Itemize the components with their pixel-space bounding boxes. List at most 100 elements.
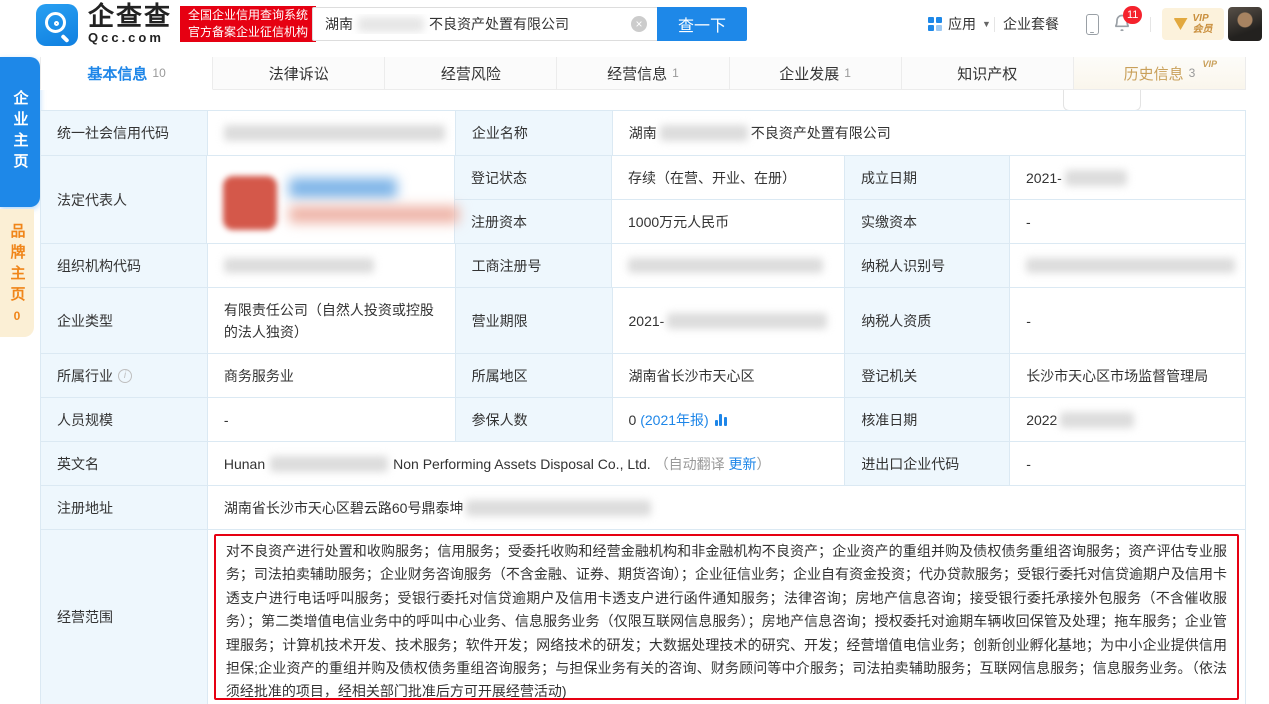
sidebar-item-company-home[interactable]: 企业主页 (0, 57, 40, 207)
history-tab-dropdown (1063, 90, 1141, 111)
redacted-approval-date (1060, 412, 1134, 428)
biz-term-label: 营业期限 (456, 288, 613, 354)
legal-rep-label: 法定代表人 (41, 156, 207, 244)
tab-operation-risk[interactable]: 经营风险 (385, 57, 557, 90)
table-row: 统一社会信用代码 企业名称 湖南 不良资产处置有限公司 (41, 111, 1246, 156)
paid-capital-label: 实缴资本 (845, 200, 1010, 244)
company-name-value: 湖南 不良资产处置有限公司 (613, 111, 1246, 156)
divider (994, 17, 995, 32)
apps-menu[interactable]: 应用 ▼ (928, 0, 991, 48)
approval-date-label: 核准日期 (845, 398, 1010, 442)
vip-tag: VIP (1202, 59, 1217, 69)
tab-company-development[interactable]: 企业发展1 (730, 57, 902, 90)
table-row: 英文名 Hunan Non Performing Assets Disposal… (41, 442, 1246, 486)
established-label: 成立日期 (845, 156, 1010, 200)
vip-icon (1174, 18, 1188, 30)
redacted-biz-term (667, 313, 827, 329)
notifications-bell[interactable]: 11 (1112, 13, 1134, 35)
established-value: 2021- (1010, 156, 1246, 200)
divider (1150, 17, 1151, 32)
redacted-address (466, 500, 651, 516)
region-label: 所属地区 (456, 354, 613, 398)
industry-value: 商务服务业 (208, 354, 456, 398)
enterprise-package-link[interactable]: 企业套餐 (1003, 0, 1059, 48)
import-export-label: 进出口企业代码 (845, 442, 1010, 486)
annual-report-chart-icon[interactable] (715, 414, 727, 426)
industry-label: 所属行业 i (41, 354, 208, 398)
qcc-company-page: 企查查 Qcc.com 全国企业信用查询系统 官方备案企业征信机构 湖南 不良资… (0, 0, 1269, 704)
redacted-taxpayer-id (1026, 258, 1235, 273)
search-input[interactable]: 湖南 不良资产处置有限公司 × (312, 7, 657, 41)
org-code-value (208, 244, 456, 288)
redacted-biz-reg-no (628, 258, 823, 273)
table-row: 注册地址 湖南省长沙市天心区碧云路60号鼎泰坤 (41, 486, 1246, 530)
apps-grid-icon (928, 17, 942, 31)
update-translation-link[interactable]: 更新 (728, 453, 756, 475)
tab-history-info[interactable]: 历史信息3 VIP (1074, 57, 1246, 90)
taxpayer-id-label: 纳税人识别号 (845, 244, 1010, 288)
taxpayer-id-value (1010, 244, 1246, 288)
legal-rep-avatar (223, 176, 277, 230)
tab-intellectual-property[interactable]: 知识产权 (902, 57, 1074, 90)
redacted-english-name (270, 456, 388, 472)
magnifier-icon (45, 12, 66, 33)
reg-status-value: 存续（在营、开业、在册） (612, 156, 845, 200)
search-button[interactable]: 查一下 (657, 7, 747, 41)
section-tabs: 基本信息10 法律诉讼 经营风险 经营信息1 企业发展1 知识产权 历史信息3 … (40, 57, 1246, 90)
tab-legal-proceedings[interactable]: 法律诉讼 (213, 57, 385, 90)
tab-operation-info[interactable]: 经营信息1 (557, 57, 729, 90)
table-row: 经营范围 对不良资产进行处置和收购服务；信用服务；受委托收购和经营金融机构和非金… (41, 530, 1246, 704)
english-name-label: 英文名 (41, 442, 208, 486)
scope-highlight-box: 对不良资产进行处置和收购服务；信用服务；受委托收购和经营金融机构和非金融机构不良… (214, 534, 1239, 700)
sidebar-item-brand-home[interactable]: 品牌主页 0 (0, 209, 34, 337)
brand-name-en: Qcc.com (88, 30, 172, 45)
taxpayer-quality-value: - (1010, 288, 1246, 354)
table-row: 组织机构代码 工商注册号 纳税人识别号 (41, 244, 1246, 288)
insured-value: 0 (2021年报) (613, 398, 846, 442)
notification-count-badge: 11 (1123, 6, 1142, 24)
redacted-legal-rep-name (289, 178, 397, 198)
scope-value-cell: 对不良资产进行处置和收购服务；信用服务；受委托收购和经营金融机构和非金融机构不良… (208, 530, 1246, 704)
table-row: 所属行业 i 商务服务业 所属地区 湖南省长沙市天心区 登记机关 长沙市天心区市… (41, 354, 1246, 398)
redacted-legal-rep-info (289, 206, 459, 223)
redacted-org-code (224, 258, 374, 273)
redacted-company-name (660, 125, 748, 141)
table-row: 法定代表人 登记状态 存续（在营、开业、在册） 成立日期 2021- (41, 156, 1246, 244)
vip-member-button[interactable]: VIP 会员 (1162, 8, 1224, 40)
english-name-value: Hunan Non Performing Assets Disposal Co.… (208, 442, 845, 486)
approval-date-value: 2022 (1010, 398, 1246, 442)
staff-size-label: 人员规模 (41, 398, 208, 442)
insured-label: 参保人数 (456, 398, 613, 442)
address-label: 注册地址 (41, 486, 208, 530)
tab-basic-info[interactable]: 基本信息10 (40, 57, 213, 90)
brand-text[interactable]: 企查查 Qcc.com (88, 2, 172, 45)
user-avatar[interactable] (1228, 7, 1262, 41)
search-query: 湖南 不良资产处置有限公司 (325, 14, 631, 34)
redacted-unified-code (224, 125, 445, 141)
reg-capital-value: 1000万元人民币 (612, 200, 845, 244)
scope-label: 经营范围 (41, 530, 208, 704)
company-name-label: 企业名称 (456, 111, 613, 156)
reg-authority-label: 登记机关 (845, 354, 1010, 398)
paid-capital-value: - (1010, 200, 1246, 244)
chevron-down-icon: ▼ (982, 19, 991, 29)
qcc-logo-icon[interactable] (36, 4, 78, 46)
redacted-established-date (1065, 170, 1127, 186)
taxpayer-quality-label: 纳税人资质 (845, 288, 1010, 354)
company-type-label: 企业类型 (41, 288, 208, 354)
legal-rep-value[interactable] (207, 156, 455, 244)
annual-report-link[interactable]: (2021年报) (640, 409, 708, 431)
clear-search-icon[interactable]: × (631, 16, 647, 32)
reg-status-label: 登记状态 (455, 156, 612, 200)
mobile-app-icon[interactable] (1086, 14, 1099, 35)
brand-name-cn: 企查查 (88, 2, 172, 30)
biz-reg-no-label: 工商注册号 (456, 244, 613, 288)
reg-capital-label: 注册资本 (455, 200, 612, 244)
address-value: 湖南省长沙市天心区碧云路60号鼎泰坤 (208, 486, 1246, 530)
unified-code-label: 统一社会信用代码 (41, 111, 208, 156)
reg-authority-value: 长沙市天心区市场监督管理局 (1010, 354, 1246, 398)
redacted-search-text (358, 17, 424, 32)
unified-code-value (208, 111, 456, 156)
gov-credit-badge: 全国企业信用查询系统 官方备案企业征信机构 (180, 6, 316, 42)
info-icon[interactable]: i (118, 369, 132, 383)
